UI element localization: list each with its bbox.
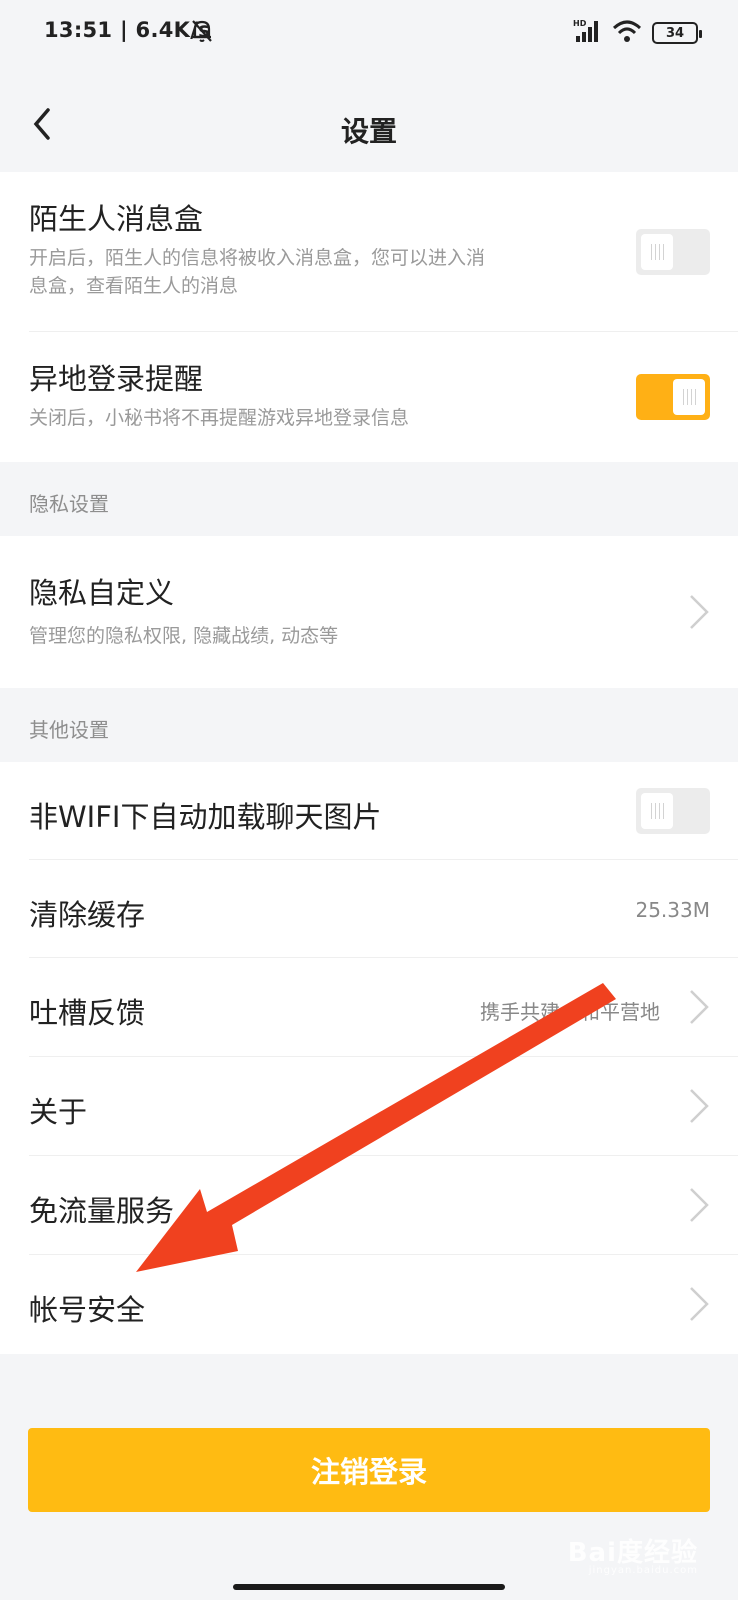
baidu-watermark: Bai度经验 jingyan.baidu.com [568, 1532, 698, 1576]
stranger-box-toggle[interactable] [636, 229, 710, 275]
mute-bell-icon [190, 18, 214, 48]
row-desc-line2: 息盒，查看陌生人的消息 [29, 275, 239, 297]
row-label: 关于 [29, 1095, 88, 1129]
remote-login-toggle[interactable] [636, 374, 710, 420]
row-clear-cache[interactable]: 清除缓存 25.33M [0, 860, 738, 958]
section-title: 隐私设置 [29, 492, 109, 516]
page-title: 设置 [340, 115, 397, 148]
row-label: 异地登录提醒 [29, 362, 204, 396]
watermark-brand: Bai度经验 [567, 1538, 698, 1568]
section-title: 其他设置 [29, 718, 109, 742]
row-desc-line1: 开启后，陌生人的信息将被收入消息盒，您可以进入消 [29, 247, 486, 269]
status-bar: 13:51 | 6.4K/s HD 34 [0, 0, 738, 66]
row-label: 非WIFI下自动加载聊天图片 [29, 800, 382, 834]
chevron-right-icon [688, 593, 710, 635]
section-other: 其他设置 [0, 688, 738, 762]
chevron-right-icon [688, 1087, 710, 1129]
row-label: 帐号安全 [29, 1293, 146, 1327]
feedback-value: 携手共建，和平营地 [480, 1000, 660, 1024]
cache-size-value: 25.33M [635, 898, 710, 922]
toggle-knob [641, 793, 673, 829]
status-time: 13:51 | 6.4K/s [44, 18, 211, 42]
row-label: 清除缓存 [29, 898, 146, 932]
svg-text:HD: HD [573, 19, 587, 28]
chevron-right-icon [688, 988, 710, 1030]
row-label: 免流量服务 [29, 1194, 175, 1228]
row-privacy-custom[interactable]: 隐私自定义 管理您的隐私权限, 隐藏战绩, 动态等 [0, 536, 738, 688]
row-stranger-message-box: 陌生人消息盒 开启后，陌生人的信息将被收入消息盒，您可以进入消 息盒，查看陌生人… [0, 172, 738, 332]
hd-signal-icon: HD [572, 18, 602, 48]
logout-button[interactable]: 注销登录 [28, 1428, 710, 1512]
chevron-right-icon [688, 1186, 710, 1228]
chevron-right-icon [688, 1285, 710, 1327]
row-label: 陌生人消息盒 [29, 202, 204, 236]
row-auto-load-images: 非WIFI下自动加载聊天图片 [0, 762, 738, 860]
row-desc: 关闭后，小秘书将不再提醒游戏异地登录信息 [29, 407, 410, 429]
auto-load-images-toggle[interactable] [636, 788, 710, 834]
section-privacy: 隐私设置 [0, 462, 738, 536]
nav-bar: 设置 [0, 66, 738, 172]
status-icons: HD 34 [572, 18, 702, 48]
row-feedback[interactable]: 吐槽反馈 携手共建，和平营地 [0, 958, 738, 1057]
row-account-security[interactable]: 帐号安全 [0, 1255, 738, 1354]
row-desc: 管理您的隐私权限, 隐藏战绩, 动态等 [29, 625, 339, 647]
row-label: 隐私自定义 [29, 576, 175, 610]
home-indicator [233, 1584, 505, 1590]
row-remote-login-reminder: 异地登录提醒 关闭后，小秘书将不再提醒游戏异地登录信息 [0, 332, 738, 462]
wifi-icon [612, 19, 642, 47]
row-about[interactable]: 关于 [0, 1057, 738, 1156]
battery-icon: 34 [652, 22, 702, 44]
toggle-knob [673, 379, 705, 415]
toggle-knob [641, 234, 673, 270]
row-label: 吐槽反馈 [29, 996, 146, 1030]
row-free-data-service[interactable]: 免流量服务 [0, 1156, 738, 1255]
